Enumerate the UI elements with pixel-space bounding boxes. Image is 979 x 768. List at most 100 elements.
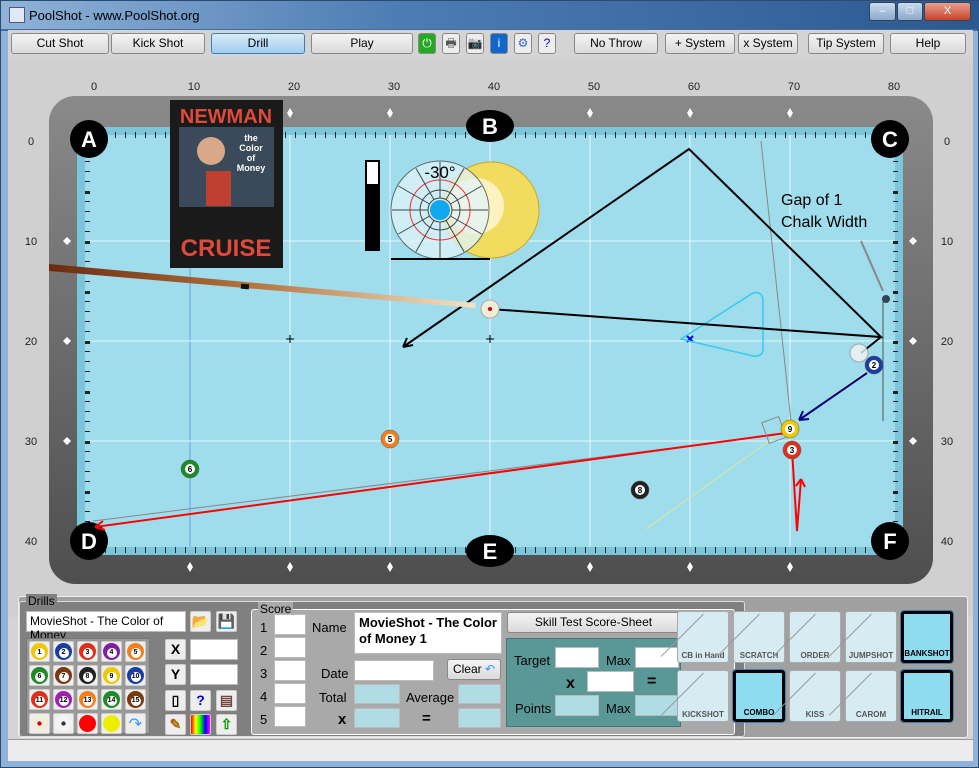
- tab-play[interactable]: Play: [311, 33, 413, 54]
- shot-type-kickshot[interactable]: KICKSHOT: [677, 670, 729, 722]
- ball-8[interactable]: 8: [630, 480, 650, 500]
- pocket-d[interactable]: D: [70, 522, 108, 560]
- ball-button-10[interactable]: 10: [125, 665, 146, 686]
- points-field[interactable]: [555, 695, 599, 716]
- pocket-a[interactable]: A: [70, 120, 108, 158]
- shot-type-hitrail[interactable]: HITRAIL: [900, 669, 954, 723]
- score-row-2-field[interactable]: [274, 637, 306, 658]
- skill-multiplier-field[interactable]: [587, 671, 634, 692]
- camera-icon[interactable]: 📷: [466, 33, 484, 54]
- table-list-icon[interactable]: ▤: [216, 690, 237, 711]
- cue-ball-black-dot-button[interactable]: [53, 713, 74, 734]
- red-ball-button[interactable]: [77, 713, 98, 734]
- close-button[interactable]: X: [924, 2, 971, 21]
- ruler-tick: [85, 251, 90, 252]
- score-row-1-field[interactable]: [274, 614, 306, 635]
- power-icon[interactable]: ⏻: [418, 33, 436, 54]
- ball-button-3[interactable]: 3: [77, 641, 98, 662]
- shot-type-carom[interactable]: CAROM: [845, 670, 897, 722]
- ball-button-9[interactable]: 9: [101, 665, 122, 686]
- score-row-4-field[interactable]: [274, 683, 306, 704]
- date-field[interactable]: [354, 660, 434, 681]
- tab-kick-shot[interactable]: Kick Shot: [111, 33, 205, 54]
- multiplier-field[interactable]: [354, 708, 400, 728]
- ball-button-7[interactable]: 7: [53, 665, 74, 686]
- ball-3[interactable]: 3: [782, 440, 802, 460]
- clear-button[interactable]: Clear ↶: [447, 659, 501, 680]
- shot-type-order[interactable]: ORDER: [789, 611, 841, 663]
- ruler-tick: [655, 547, 656, 553]
- pocket-e[interactable]: E: [466, 535, 514, 567]
- edit-notes-icon[interactable]: ✎: [165, 714, 186, 735]
- ball-9[interactable]: 9: [780, 419, 800, 439]
- redo-icon[interactable]: ↷: [125, 713, 146, 734]
- shot-type-bankshot[interactable]: BANKSHOT: [900, 610, 954, 664]
- yellow-ball-button[interactable]: [101, 713, 122, 734]
- shot-type-scratch[interactable]: SCRATCH: [733, 611, 785, 663]
- cue-ball-red-dot-button[interactable]: [29, 713, 50, 734]
- total-field[interactable]: [354, 684, 400, 704]
- pocket-f[interactable]: F: [871, 522, 909, 560]
- settings-icon[interactable]: ⚙: [514, 33, 532, 54]
- english-aim-widget[interactable]: -30°: [390, 160, 540, 260]
- score-row-5-field[interactable]: [274, 706, 306, 727]
- ball-button-12[interactable]: 12: [53, 689, 74, 710]
- open-folder-icon[interactable]: 📂: [190, 611, 211, 632]
- ball-button-6[interactable]: 6: [29, 665, 50, 686]
- document-help-icon[interactable]: ?: [190, 690, 211, 711]
- pocket-c[interactable]: C: [871, 120, 909, 158]
- system-button[interactable]: + System: [665, 33, 735, 54]
- minimize-button[interactable]: –: [869, 2, 896, 21]
- ruler-tick: [365, 547, 366, 553]
- x-button[interactable]: X: [165, 639, 186, 660]
- x-system-button[interactable]: x System: [738, 33, 798, 54]
- ball-button-13[interactable]: 13: [77, 689, 98, 710]
- pocket-b[interactable]: B: [466, 110, 514, 142]
- score-name-field[interactable]: MovieShot - The Color of Money 1: [354, 612, 502, 654]
- points-max-field[interactable]: [635, 695, 679, 716]
- new-document-icon[interactable]: ▯: [165, 690, 186, 711]
- ball-button-14[interactable]: 14: [101, 689, 122, 710]
- no-throw-lines-button[interactable]: No Throw Lines: [574, 33, 658, 69]
- drill-name-field[interactable]: MovieShot - The Color of Money: [26, 611, 186, 642]
- ball-2[interactable]: 2: [864, 355, 884, 375]
- ball-button-4[interactable]: 4: [101, 641, 122, 662]
- tab-drill[interactable]: Drill: [211, 33, 305, 54]
- export-folder-icon[interactable]: ⇧: [216, 714, 237, 735]
- power-meter[interactable]: [365, 160, 380, 251]
- ball-button-8[interactable]: 8: [77, 665, 98, 686]
- shot-type-combo[interactable]: COMBO: [732, 669, 786, 723]
- score-row-3-field[interactable]: [274, 660, 306, 681]
- ball-button-1[interactable]: 1: [29, 641, 50, 662]
- shot-type-jumpshot[interactable]: JUMPSHOT: [845, 611, 897, 663]
- ball-button-5[interactable]: 5: [125, 641, 146, 662]
- ruler-tick: [705, 547, 706, 553]
- shot-type-kiss[interactable]: KISS: [789, 670, 841, 722]
- x-input[interactable]: [190, 639, 238, 660]
- y-button[interactable]: Y: [165, 664, 186, 685]
- average-field[interactable]: [458, 684, 501, 704]
- help-button[interactable]: Help: [890, 33, 966, 54]
- result-field[interactable]: [458, 708, 501, 728]
- ball-5[interactable]: 5: [380, 429, 400, 449]
- tab-cut-shot[interactable]: Cut Shot: [11, 33, 109, 54]
- ball-button-11[interactable]: 11: [29, 689, 50, 710]
- ball-6[interactable]: 6: [180, 459, 200, 479]
- save-icon[interactable]: 💾: [216, 611, 237, 632]
- ball-button-2[interactable]: 2: [53, 641, 74, 662]
- tip-system-button[interactable]: Tip System: [808, 33, 884, 54]
- color-palette-icon[interactable]: [190, 714, 211, 735]
- print-icon[interactable]: 🖶: [442, 33, 460, 54]
- info-icon[interactable]: i: [490, 33, 508, 54]
- target-field[interactable]: [555, 647, 599, 668]
- maximize-button[interactable]: □: [897, 2, 923, 21]
- skill-test-scoresheet-button[interactable]: Skill Test Score-Sheet: [507, 612, 680, 633]
- ball-button-15[interactable]: 15: [125, 689, 146, 710]
- shot-type-cb-in-hand[interactable]: CB in Hand: [677, 611, 729, 663]
- cue-ball[interactable]: [480, 299, 500, 319]
- pool-table[interactable]: 0 10 20 30 40 50 60 70 80 0 0 10 10 20 20 30 30 40 40 A B C D E…: [8, 57, 973, 617]
- help-doc-icon[interactable]: ?: [538, 33, 556, 54]
- max-field[interactable]: [635, 647, 679, 668]
- tip-contact-point[interactable]: [430, 200, 450, 220]
- y-input[interactable]: [190, 664, 238, 685]
